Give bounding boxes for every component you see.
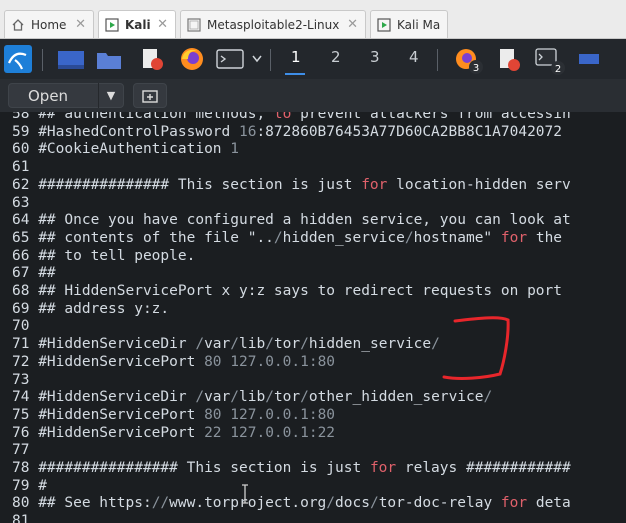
kali-menu-icon[interactable]: [4, 45, 32, 73]
blue-window-icon[interactable]: [578, 53, 600, 65]
vm-icon: [187, 17, 201, 32]
editor-toolbar: Open ▼: [0, 79, 626, 112]
firefox-window-count: 3: [473, 63, 479, 74]
panel-separator: [437, 49, 438, 71]
workspace-1[interactable]: 1: [291, 48, 301, 66]
code-editor[interactable]: 58 ## authentication methods, to prevent…: [0, 112, 626, 523]
tab-label: Kali Main: [397, 17, 441, 32]
open-label: Open: [28, 86, 69, 105]
current-workspace-indicator: [285, 73, 305, 75]
tab-label: Kali: [125, 17, 151, 32]
workspace-2[interactable]: 2: [331, 48, 341, 66]
text-editor-window-icon[interactable]: [496, 47, 524, 73]
text-cursor-icon: [242, 484, 248, 504]
terminal-window-icon[interactable]: 2: [535, 48, 567, 76]
new-tab-icon: [142, 89, 158, 103]
red-annotation-mark: [442, 316, 510, 380]
tab-kali-main[interactable]: Kali Main: [370, 10, 448, 38]
workspace-3[interactable]: 3: [370, 48, 380, 66]
show-desktop-icon[interactable]: [57, 50, 85, 70]
text-editor-icon[interactable]: [140, 47, 166, 71]
tab-metasploitable[interactable]: Metasploitable2-Linux ✕: [180, 10, 366, 38]
panel-separator: [42, 49, 43, 71]
workspace-4[interactable]: 4: [409, 48, 419, 66]
firefox-windows-icon[interactable]: 3: [454, 47, 484, 75]
tab-home[interactable]: Home ✕: [4, 10, 94, 38]
close-icon[interactable]: ✕: [347, 17, 358, 32]
vm-running-icon: [105, 17, 119, 32]
file-manager-icon[interactable]: [96, 50, 122, 70]
open-dropdown-arrow[interactable]: ▼: [99, 89, 123, 102]
terminal-window-count: 2: [555, 64, 561, 75]
home-icon: [12, 18, 24, 31]
close-icon[interactable]: ✕: [157, 17, 168, 32]
chevron-down-icon[interactable]: [252, 55, 262, 63]
firefox-icon[interactable]: [179, 46, 205, 72]
tab-label: Home: [31, 17, 67, 32]
open-button[interactable]: Open ▼: [8, 83, 124, 108]
vm-tab-bar: Home ✕ Kali ✕ Metasploitable2-Linux ✕ Ka…: [0, 0, 626, 39]
terminal-icon[interactable]: [216, 49, 244, 69]
panel-separator: [270, 49, 271, 71]
tab-label: Metasploitable2-Linux: [207, 17, 340, 32]
kali-top-panel: 1 2 3 4 3 2: [0, 39, 626, 79]
tab-kali[interactable]: Kali ✕: [98, 10, 176, 38]
vm-running-icon: [377, 17, 391, 32]
new-tab-button[interactable]: [133, 83, 167, 108]
close-icon[interactable]: ✕: [75, 17, 86, 32]
